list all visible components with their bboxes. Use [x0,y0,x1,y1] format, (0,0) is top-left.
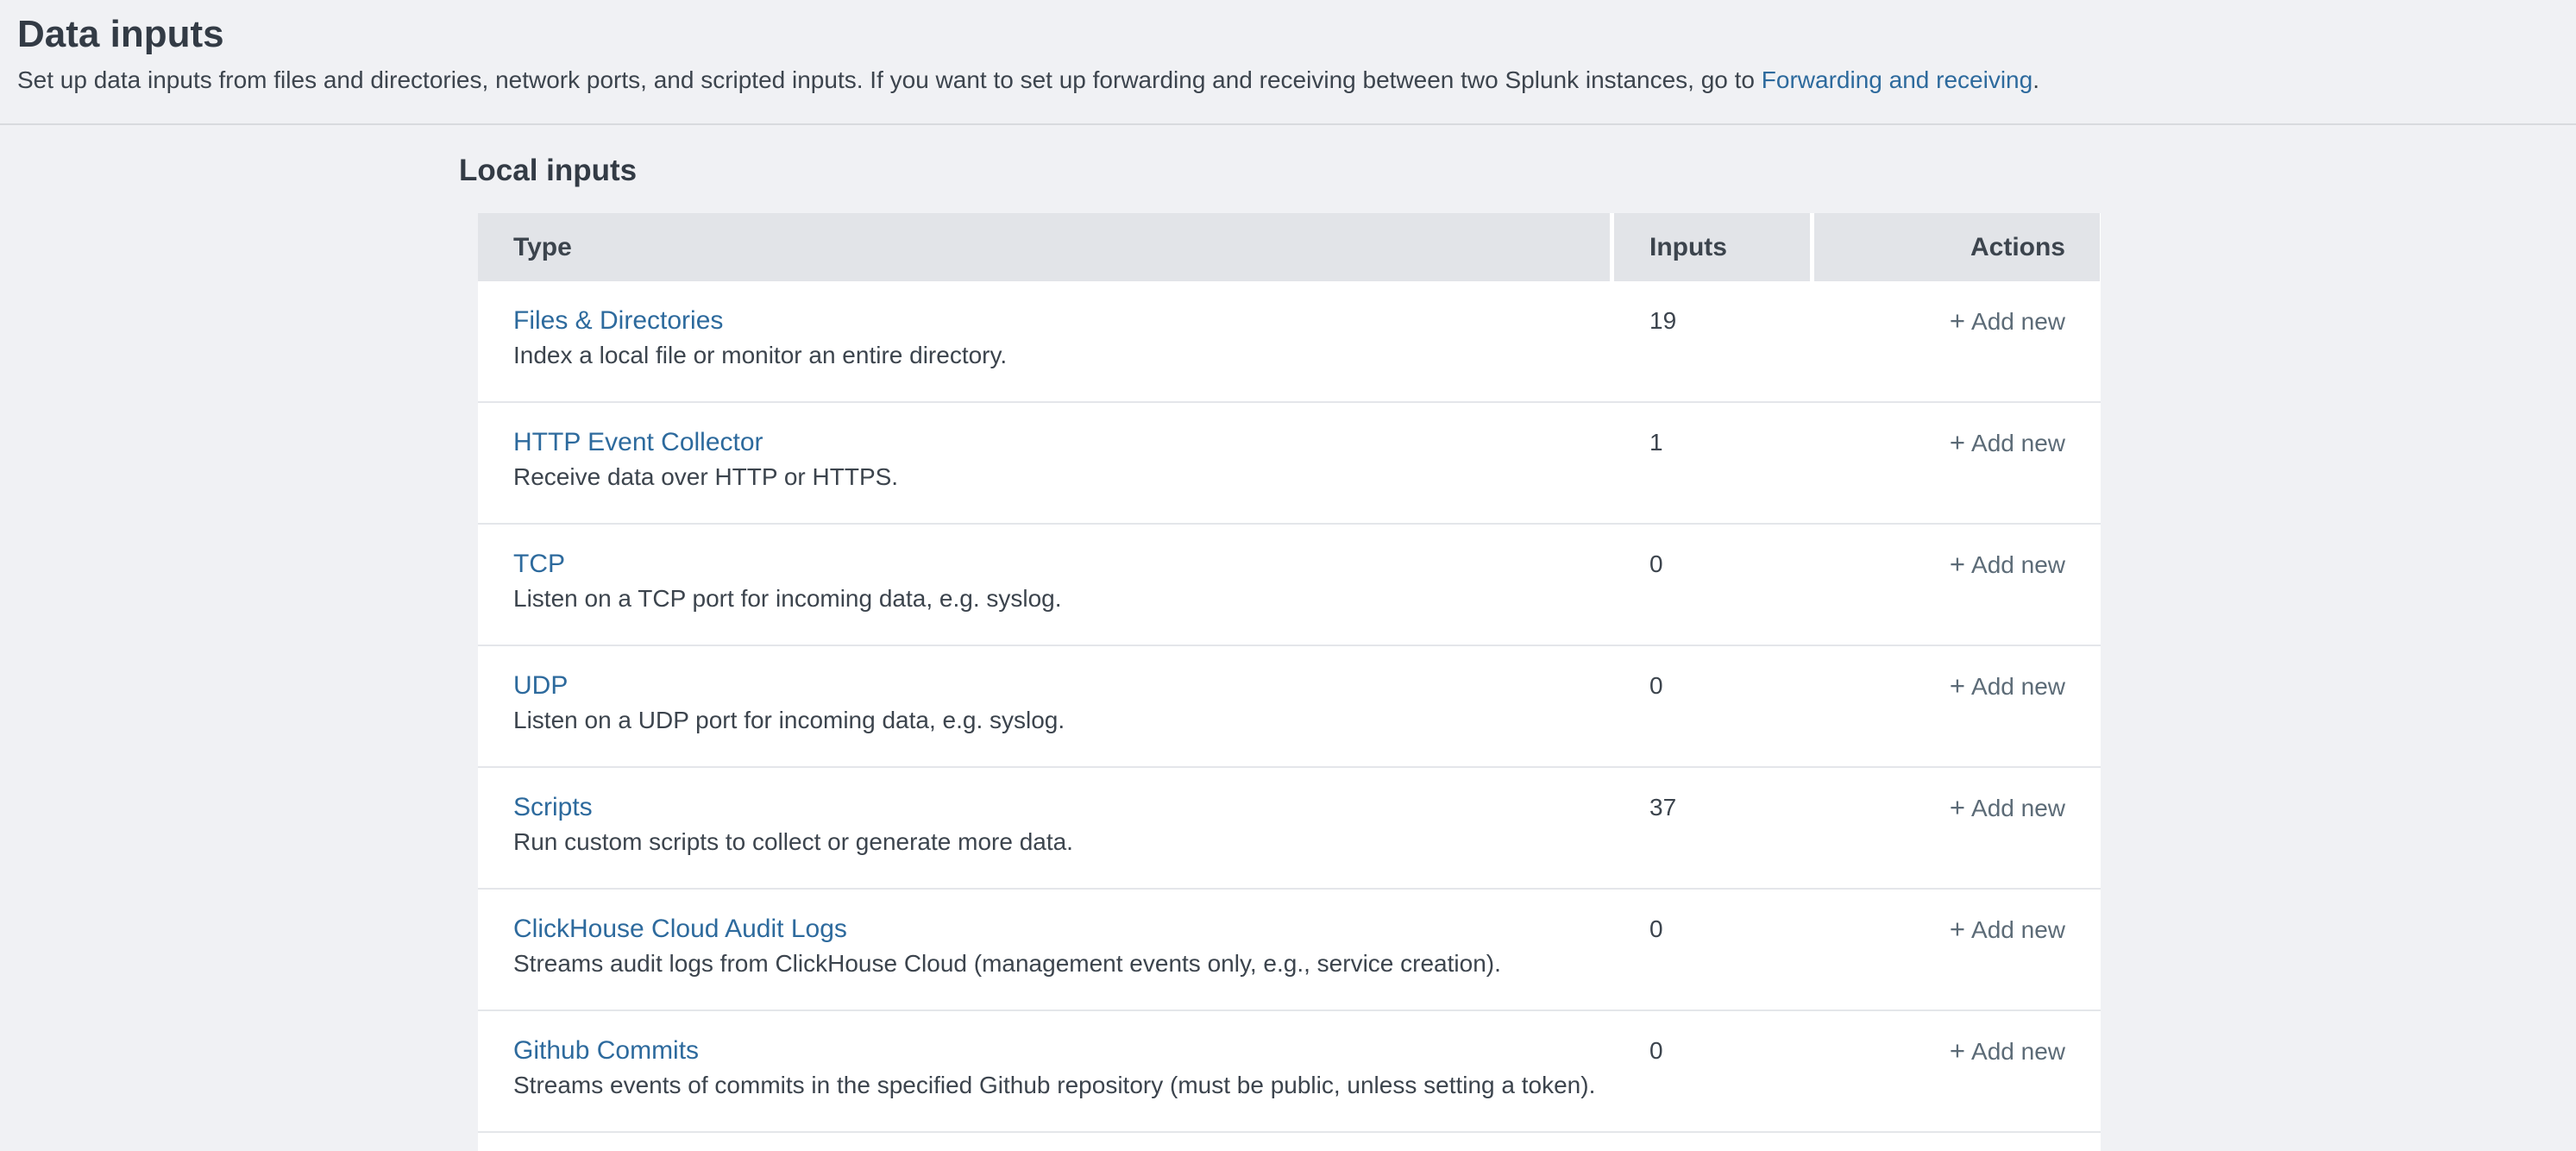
plus-icon: + [1950,427,1965,457]
type-cell: ClickHouse Cloud Audit Logs Streams audi… [478,913,1614,1009]
plus-icon: + [1950,1035,1965,1066]
add-new-label: Add new [1971,551,2065,578]
type-cell: TCP Listen on a TCP port for incoming da… [478,548,1614,645]
table-row: Scripts Run custom scripts to collect or… [478,768,2101,890]
add-new-link[interactable]: +Add new [1950,916,2065,943]
actions-cell: +Add new [1814,791,2100,888]
column-header-actions: Actions [1814,213,2100,281]
table-body: Files & Directories Index a local file o… [478,281,2101,1133]
table-row: HTTP Event Collector Receive data over H… [478,403,2101,525]
add-new-label: Add new [1971,430,2065,456]
inputs-count: 0 [1649,672,1663,699]
table-row: Files & Directories Index a local file o… [478,281,2101,403]
inputs-count: 0 [1649,915,1663,942]
local-inputs-section: Local inputs Type Inputs Actions Files &… [459,153,2576,1151]
column-header-type: Type [478,213,1610,281]
actions-cell: +Add new [1814,426,2100,523]
inputs-count: 37 [1649,794,1676,821]
input-type-description: Index a local file or monitor an entire … [513,339,1614,372]
inputs-count-cell: 1 [1614,426,1814,523]
inputs-count-cell: 0 [1614,1035,1814,1131]
section-heading: Local inputs [459,153,2576,189]
page-title: Data inputs [17,12,2541,57]
type-cell: Github Commits Streams events of commits… [478,1035,1614,1131]
inputs-count-cell: 0 [1614,670,1814,766]
add-new-label: Add new [1971,916,2065,943]
actions-cell: +Add new [1814,548,2100,645]
add-new-link[interactable]: +Add new [1950,308,2065,335]
subtitle-period: . [2033,66,2039,93]
inputs-count: 0 [1649,550,1663,577]
table-row: UDP Listen on a UDP port for incoming da… [478,646,2101,768]
actions-cell: +Add new [1814,913,2100,1009]
column-header-inputs: Inputs [1614,213,1810,281]
actions-cell: +Add new [1814,305,2100,401]
inputs-count-cell: 37 [1614,791,1814,888]
inputs-count-cell: 0 [1614,913,1814,1009]
add-new-link[interactable]: +Add new [1950,551,2065,578]
add-new-label: Add new [1971,673,2065,700]
plus-icon: + [1950,914,1965,944]
local-inputs-table: Type Inputs Actions Files & Directories … [478,213,2101,1151]
type-cell: HTTP Event Collector Receive data over H… [478,426,1614,523]
input-type-link[interactable]: Scripts [513,791,593,824]
forwarding-and-receiving-link[interactable]: Forwarding and receiving [1762,66,2033,93]
inputs-count: 0 [1649,1037,1663,1064]
inputs-count: 19 [1649,307,1676,334]
inputs-count-cell: 19 [1614,305,1814,401]
subtitle-text: Set up data inputs from files and direct… [17,66,1762,93]
actions-cell: +Add new [1814,670,2100,766]
input-type-link[interactable]: Files & Directories [513,305,723,337]
plus-icon: + [1950,549,1965,579]
table-row: Github Commits Streams events of commits… [478,1011,2101,1133]
plus-icon: + [1950,792,1965,822]
input-type-description: Streams events of commits in the specifi… [513,1069,1614,1102]
table-row: ClickHouse Cloud Audit Logs Streams audi… [478,890,2101,1011]
inputs-count: 1 [1649,429,1663,456]
input-type-link[interactable]: HTTP Event Collector [513,426,763,459]
add-new-label: Add new [1971,308,2065,335]
table-bottom-stub [478,1133,2101,1151]
input-type-link[interactable]: ClickHouse Cloud Audit Logs [513,913,847,946]
input-type-description: Receive data over HTTP or HTTPS. [513,461,1614,494]
input-type-description: Streams audit logs from ClickHouse Cloud… [513,947,1614,980]
table-row: TCP Listen on a TCP port for incoming da… [478,525,2101,646]
add-new-link[interactable]: +Add new [1950,673,2065,700]
add-new-link[interactable]: +Add new [1950,430,2065,456]
plus-icon: + [1950,670,1965,701]
page-header: Data inputs Set up data inputs from file… [0,0,2576,125]
add-new-label: Add new [1971,1038,2065,1065]
input-type-link[interactable]: Github Commits [513,1035,699,1067]
type-cell: UDP Listen on a UDP port for incoming da… [478,670,1614,766]
add-new-label: Add new [1971,795,2065,821]
add-new-link[interactable]: +Add new [1950,795,2065,821]
type-cell: Scripts Run custom scripts to collect or… [478,791,1614,888]
actions-cell: +Add new [1814,1035,2100,1131]
plus-icon: + [1950,305,1965,336]
input-type-link[interactable]: UDP [513,670,568,702]
type-cell: Files & Directories Index a local file o… [478,305,1614,401]
input-type-description: Run custom scripts to collect or generat… [513,826,1614,859]
add-new-link[interactable]: +Add new [1950,1038,2065,1065]
inputs-count-cell: 0 [1614,548,1814,645]
input-type-link[interactable]: TCP [513,548,565,581]
page-subtitle: Set up data inputs from files and direct… [17,66,2541,95]
input-type-description: Listen on a UDP port for incoming data, … [513,704,1614,737]
input-type-description: Listen on a TCP port for incoming data, … [513,582,1614,615]
table-header-row: Type Inputs Actions [478,213,2101,281]
